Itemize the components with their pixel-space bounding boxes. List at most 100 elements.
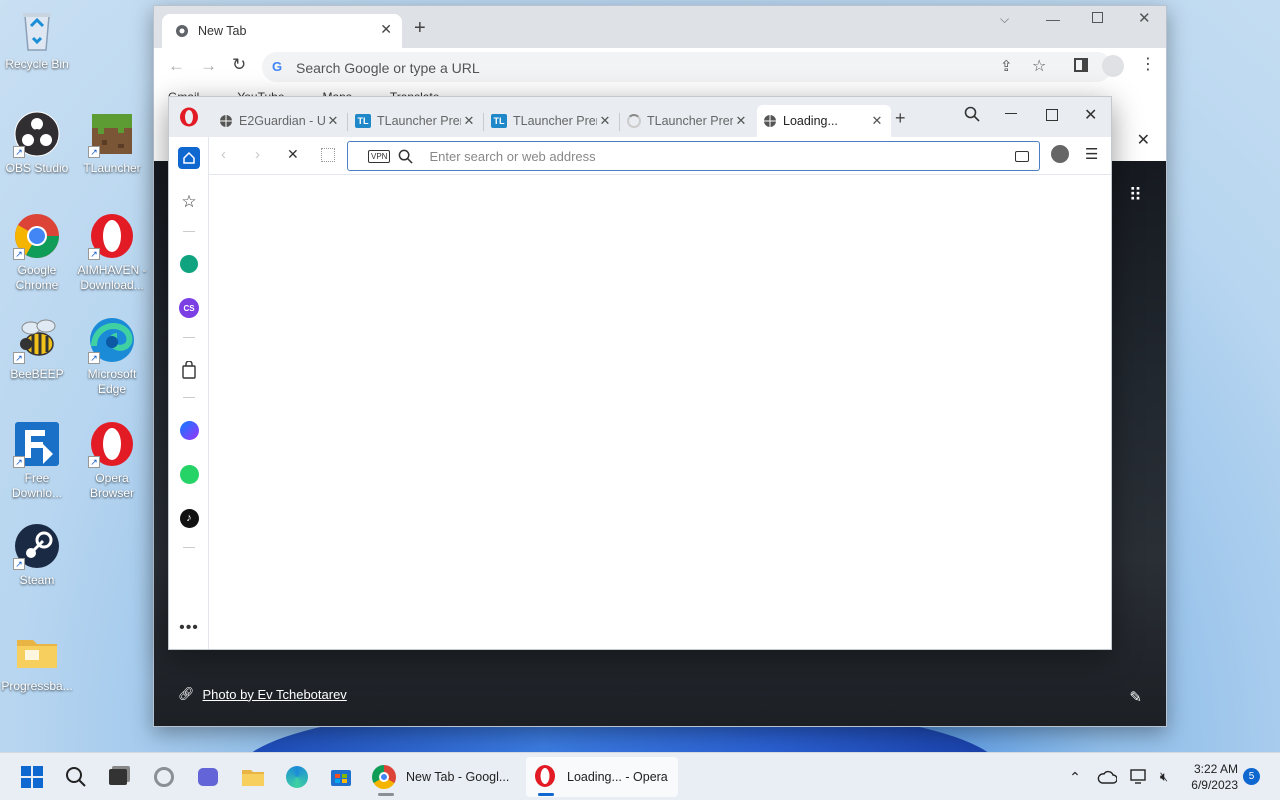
desktop-icon-obs[interactable]: ↗ OBS Studio	[0, 110, 74, 176]
search-icon[interactable]	[64, 761, 88, 793]
vpn-badge[interactable]: VPN	[368, 149, 391, 163]
taskbar-app-label: New Tab - Googl...	[406, 770, 510, 784]
opera-tab[interactable]: TL TLauncher Prem ✕	[485, 105, 619, 137]
minimize-icon[interactable]: —	[1046, 11, 1060, 27]
close-icon[interactable]: ✕	[461, 113, 477, 129]
side-panel-icon[interactable]	[1074, 58, 1088, 72]
minimize-icon[interactable]	[1005, 113, 1017, 114]
sidebar-divider	[183, 397, 195, 398]
task-view-icon[interactable]	[106, 761, 130, 793]
opera-logo-icon[interactable]	[179, 107, 199, 130]
back-icon[interactable]: ←	[168, 56, 185, 76]
profile-icon[interactable]	[1051, 145, 1069, 163]
chrome-icon: ↗	[13, 212, 61, 260]
home-icon[interactable]	[178, 147, 200, 169]
chatgpt-icon[interactable]	[178, 253, 200, 275]
clock-time: 3:22 AM	[1193, 762, 1238, 776]
new-tab-icon[interactable]: +	[414, 18, 426, 38]
chrome-omnibox-placeholder: Search Google or type a URL	[296, 60, 480, 76]
chatsonic-icon[interactable]: CS	[178, 297, 200, 319]
desktop-icon-edge[interactable]: ↗ Microsoft Edge	[75, 316, 149, 397]
stop-loading-icon[interactable]: ✕	[287, 146, 299, 163]
notification-badge[interactable]: 5	[1243, 768, 1260, 785]
opera-tab[interactable]: TL TLauncher Prem ✕	[349, 105, 483, 137]
photo-credit-text: Photo by Ev Tchebotarev	[202, 686, 347, 702]
opera-tab[interactable]: TLauncher Prem ✕	[621, 105, 755, 137]
share-icon[interactable]: ⇪	[1000, 57, 1013, 75]
more-menu-icon[interactable]: ⋮	[1140, 54, 1156, 74]
teams-chat-icon[interactable]	[196, 761, 220, 793]
chrome-tabstrip: New Tab ✕ + ⌵ — ✕	[154, 6, 1166, 48]
tab-grid-icon[interactable]	[321, 148, 335, 162]
clock[interactable]: 3:22 AM 6/9/2023	[1180, 761, 1238, 793]
shortcut-arrow-icon: ↗	[13, 352, 25, 364]
apps-grid-icon[interactable]: ⠿	[1129, 185, 1142, 206]
opera-page-content	[209, 175, 1111, 649]
close-icon[interactable]: ✕	[380, 21, 392, 38]
desktop-icon-label: Google Chrome	[15, 263, 59, 292]
desktop-icon-recycle-bin[interactable]: Recycle Bin	[0, 6, 74, 72]
onedrive-cloud-icon[interactable]	[1096, 761, 1118, 793]
shortcut-arrow-icon: ↗	[88, 146, 100, 158]
photo-credit[interactable]: 🔗︎ Photo by Ev Tchebotarev	[178, 686, 347, 702]
star-icon[interactable]: ☆	[1032, 56, 1046, 76]
desktop-icon-chrome[interactable]: ↗ Google Chrome	[0, 212, 74, 293]
tiktok-icon[interactable]: ♪	[178, 507, 200, 529]
maximize-icon[interactable]	[1092, 12, 1103, 23]
desktop-icon-opera[interactable]: ↗ Opera Browser	[75, 420, 149, 501]
whatsapp-icon[interactable]	[178, 463, 200, 485]
opera-address-bar[interactable]: VPN Enter search or web address	[347, 141, 1040, 171]
search-tabs-icon[interactable]	[964, 106, 980, 125]
chevron-up-icon[interactable]: ⌃	[1066, 761, 1084, 793]
bookmarks-star-icon[interactable]: ☆	[178, 191, 200, 213]
close-icon[interactable]: ✕	[597, 113, 613, 129]
volume-muted-icon[interactable]: 🔇︎	[1154, 761, 1174, 793]
desktop-icon-tlauncher[interactable]: ↗ TLauncher	[75, 110, 149, 176]
profile-icon[interactable]	[1102, 55, 1124, 77]
recycle-bin-icon	[13, 6, 61, 54]
chevron-down-icon[interactable]: ⌵	[1000, 12, 1009, 27]
easy-setup-icon[interactable]: ☰	[1085, 145, 1098, 163]
messenger-icon[interactable]	[178, 419, 200, 441]
desktop-icon-beebeep[interactable]: ↗ BeeBEEP	[0, 316, 74, 382]
edit-pencil-icon[interactable]: ✎	[1129, 688, 1142, 706]
steam-icon: ↗	[13, 522, 61, 570]
close-window-icon[interactable]: ✕	[1084, 105, 1097, 125]
opera-tab-title: TLauncher Prem	[647, 114, 733, 128]
opera-tab[interactable]: E2Guardian - U ✕	[213, 105, 347, 137]
edge-icon[interactable]	[284, 761, 310, 793]
forward-icon[interactable]: →	[200, 56, 217, 76]
shopping-bag-icon[interactable]	[178, 359, 200, 381]
close-window-icon[interactable]: ✕	[1138, 9, 1151, 27]
opera-tab-active[interactable]: Loading... ✕	[757, 105, 891, 137]
opera-toolbar: ‹ › ✕ VPN Enter search or web address ☰	[209, 137, 1111, 175]
desktop-icon-label: Steam	[19, 573, 55, 587]
taskbar-app-chrome[interactable]: New Tab - Googl...	[364, 757, 520, 797]
desktop-icon-free-download[interactable]: ↗ Free Downlo...	[0, 420, 74, 501]
file-explorer-icon[interactable]	[240, 761, 266, 793]
more-options-icon[interactable]: •••	[178, 617, 200, 639]
maximize-icon[interactable]	[1046, 109, 1058, 121]
new-tab-icon[interactable]: +	[895, 109, 906, 127]
widgets-icon[interactable]	[152, 761, 176, 793]
desktop-icon-steam[interactable]: ↗ Steam	[0, 522, 74, 588]
network-icon[interactable]	[1128, 761, 1150, 793]
obs-icon: ↗	[13, 110, 61, 158]
forward-icon[interactable]: ›	[255, 146, 260, 163]
close-icon[interactable]: ✕	[1137, 130, 1150, 150]
opera-tab-title: E2Guardian - U	[239, 114, 325, 128]
desktop-icon-progressbar-folder[interactable]: Progressba...	[0, 628, 74, 694]
taskbar-app-opera[interactable]: Loading... - Opera	[526, 757, 678, 797]
chrome-omnibox[interactable]: G Search Google or type a URL ⇪ ☆	[262, 52, 1112, 82]
sidebar-divider	[183, 547, 195, 548]
reload-icon[interactable]: ↻	[232, 55, 246, 75]
close-icon[interactable]: ✕	[325, 113, 341, 129]
back-icon[interactable]: ‹	[221, 146, 226, 163]
chrome-tab-new-tab[interactable]: New Tab ✕	[162, 14, 402, 48]
start-icon[interactable]	[20, 761, 44, 793]
store-icon[interactable]	[328, 761, 354, 793]
close-icon[interactable]: ✕	[869, 113, 885, 129]
close-icon[interactable]: ✕	[733, 113, 749, 129]
camera-icon[interactable]	[1015, 150, 1029, 162]
desktop-icon-aimhaven[interactable]: ↗ AIMHAVEN - Download...	[75, 212, 149, 293]
